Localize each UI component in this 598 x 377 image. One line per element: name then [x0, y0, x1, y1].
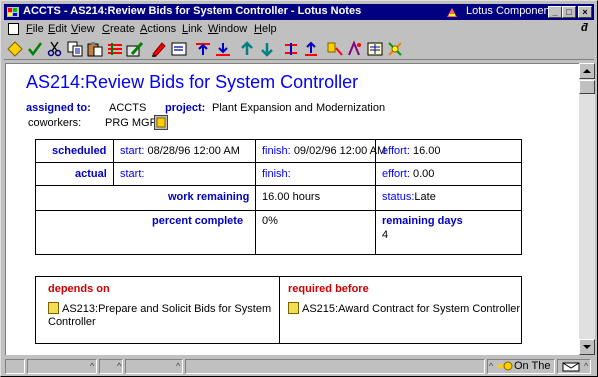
required-before-link[interactable]: AS215:Award Contract for System Controll…: [288, 302, 520, 315]
location-label: On The Glass\: [514, 360, 554, 372]
status-field: status:Late: [382, 191, 436, 203]
scroll-down-button[interactable]: [579, 339, 595, 355]
scheduled-finish: finish: 09/02/96 12:00 AM: [262, 145, 387, 157]
scroll-up-button[interactable]: [579, 63, 595, 79]
actual-label: actual: [75, 168, 107, 180]
scheduled-start: start: 08/28/96 12:00 AM: [120, 145, 240, 157]
document-link-icon: [48, 302, 59, 314]
menu-bar: File Edit View Create Actions Link Windo…: [4, 21, 594, 37]
menu-help[interactable]: Help: [254, 23, 277, 35]
address-book-icon[interactable]: [154, 115, 168, 130]
text-align-icon[interactable]: [170, 40, 188, 58]
dependencies-table: depends on AS213:Prepare and Solicit Bid…: [35, 276, 522, 344]
status-cell[interactable]: ^: [125, 359, 183, 374]
inbox-cell[interactable]: ^: [557, 359, 591, 374]
pencil-icon[interactable]: [126, 40, 144, 58]
window-title: ACCTS - AS214:Review Bids for System Con…: [23, 5, 362, 17]
location-icon: [497, 361, 513, 371]
status-message-cell: [185, 359, 485, 374]
status-bar: ^ ^ ^ ^ On The Glass\ ^: [4, 358, 594, 375]
graph-icon[interactable]: [386, 40, 404, 58]
move-up-icon[interactable]: [238, 40, 256, 58]
minimize-button[interactable]: _: [548, 6, 562, 18]
document-menu-icon[interactable]: [8, 23, 19, 35]
maximize-button[interactable]: □: [562, 6, 576, 18]
notes-window: ACCTS - AS214:Review Bids for System Con…: [0, 0, 598, 377]
remaining-days-value: 4: [382, 229, 389, 241]
arrow-down-icon: [583, 345, 591, 349]
scheduled-label: scheduled: [52, 145, 107, 157]
menu-create[interactable]: Create: [102, 23, 135, 35]
actual-finish: finish:: [262, 168, 291, 180]
lotus-notes-icon: [7, 7, 19, 17]
work-remaining-label: work remaining: [168, 191, 250, 203]
project-value: Plant Expansion and Modernization: [212, 102, 386, 114]
actual-start: start:: [120, 168, 145, 180]
indent-icon[interactable]: [258, 40, 276, 58]
chart-icon[interactable]: [346, 40, 364, 58]
restore-document-icon[interactable]: ƌ: [581, 22, 588, 34]
actual-effort: effort: 0.00: [382, 168, 435, 180]
depends-on-link[interactable]: AS213:Prepare and Solicit Bids for Syste…: [48, 302, 273, 329]
scroll-thumb[interactable]: [579, 80, 595, 94]
status-cell[interactable]: [5, 359, 25, 374]
navigator-icon[interactable]: [6, 40, 24, 58]
user-icon[interactable]: [302, 40, 320, 58]
status-cell[interactable]: ^: [27, 359, 97, 374]
page-title: AS214:Review Bids for System Controller: [26, 72, 359, 92]
title-bar: ACCTS - AS214:Review Bids for System Con…: [4, 4, 594, 20]
percent-complete-value: 0%: [262, 215, 278, 227]
inbox-icon: [562, 362, 580, 372]
coworkers-value: PRG MGR: [105, 117, 158, 129]
menu-link[interactable]: Link: [182, 23, 202, 35]
menu-actions[interactable]: Actions: [140, 23, 176, 35]
arrow-up-icon: [583, 69, 591, 73]
location-cell[interactable]: ^ On The Glass\: [487, 359, 555, 374]
cut-icon[interactable]: [46, 40, 64, 58]
move-down-icon[interactable]: [214, 40, 232, 58]
paste-icon[interactable]: [86, 40, 104, 58]
assigned-to-label: assigned to:: [26, 102, 91, 114]
project-label: project:: [165, 102, 206, 114]
assigned-to-value: ACCTS: [109, 102, 147, 114]
required-before-label: required before: [288, 283, 369, 295]
toolbar: [4, 38, 594, 60]
close-button[interactable]: ×: [578, 6, 592, 18]
schedule-table: scheduled start: 08/28/96 12:00 AM finis…: [35, 139, 522, 255]
document-area: AS214:Review Bids for System Controller …: [5, 63, 579, 355]
menu-window[interactable]: Window: [208, 23, 247, 35]
link-icon[interactable]: [326, 40, 344, 58]
check-icon[interactable]: [26, 40, 44, 58]
scheduled-effort: effort: 16.00: [382, 145, 441, 157]
document-link-icon: [288, 302, 299, 314]
status-cell[interactable]: ^: [99, 359, 123, 374]
copy-icon[interactable]: [66, 40, 84, 58]
menu-file[interactable]: File: [26, 23, 44, 35]
form-icon[interactable]: [150, 40, 168, 58]
work-remaining-value: 16.00 hours: [262, 191, 321, 203]
bookmark-icon[interactable]: [366, 40, 384, 58]
lotus-components-label[interactable]: Lotus Components: [466, 5, 558, 17]
menu-edit[interactable]: Edit: [48, 23, 67, 35]
coworkers-label: coworkers:: [28, 117, 82, 129]
remaining-days-label: remaining days: [382, 215, 463, 227]
percent-complete-label: percent complete: [152, 215, 244, 227]
vertical-scrollbar[interactable]: [579, 63, 595, 355]
lotus-components-icon[interactable]: [445, 5, 459, 19]
depends-on-label: depends on: [48, 283, 110, 295]
menu-view[interactable]: View: [71, 23, 95, 35]
sort-icon[interactable]: [194, 40, 212, 58]
outdent-icon[interactable]: [282, 40, 300, 58]
attach-icon[interactable]: [106, 40, 124, 58]
